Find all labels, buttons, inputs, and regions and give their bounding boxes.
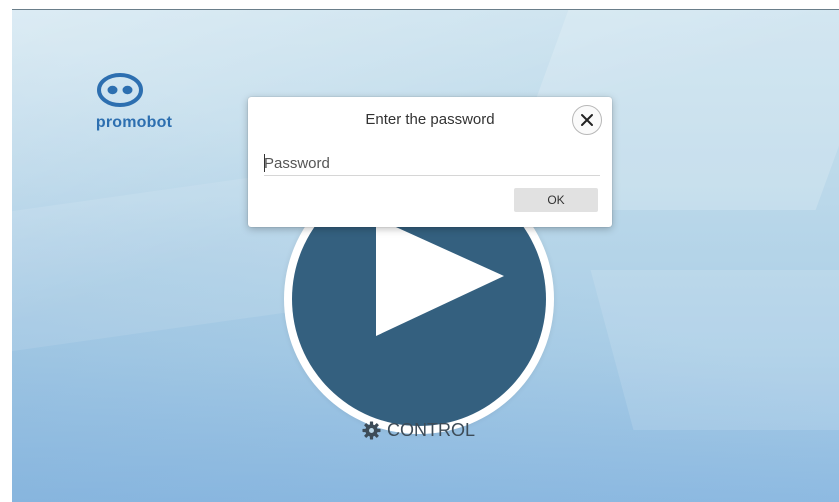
gear-icon xyxy=(362,420,381,440)
close-icon xyxy=(581,114,593,126)
password-dialog: Enter the password OK xyxy=(248,97,612,227)
background-facet xyxy=(590,270,839,430)
logo-wordmark: promobot xyxy=(95,114,173,131)
ok-button[interactable]: OK xyxy=(514,188,598,212)
close-button[interactable] xyxy=(572,105,602,135)
control-button[interactable]: CONTROL xyxy=(362,418,475,442)
password-input[interactable] xyxy=(264,152,600,176)
text-caret xyxy=(264,154,265,172)
dialog-title: Enter the password xyxy=(365,111,495,128)
control-label: CONTROL xyxy=(387,419,476,440)
screen-border xyxy=(0,0,12,502)
robot-face-icon xyxy=(97,73,143,107)
promobot-logo: promobot xyxy=(67,70,201,140)
